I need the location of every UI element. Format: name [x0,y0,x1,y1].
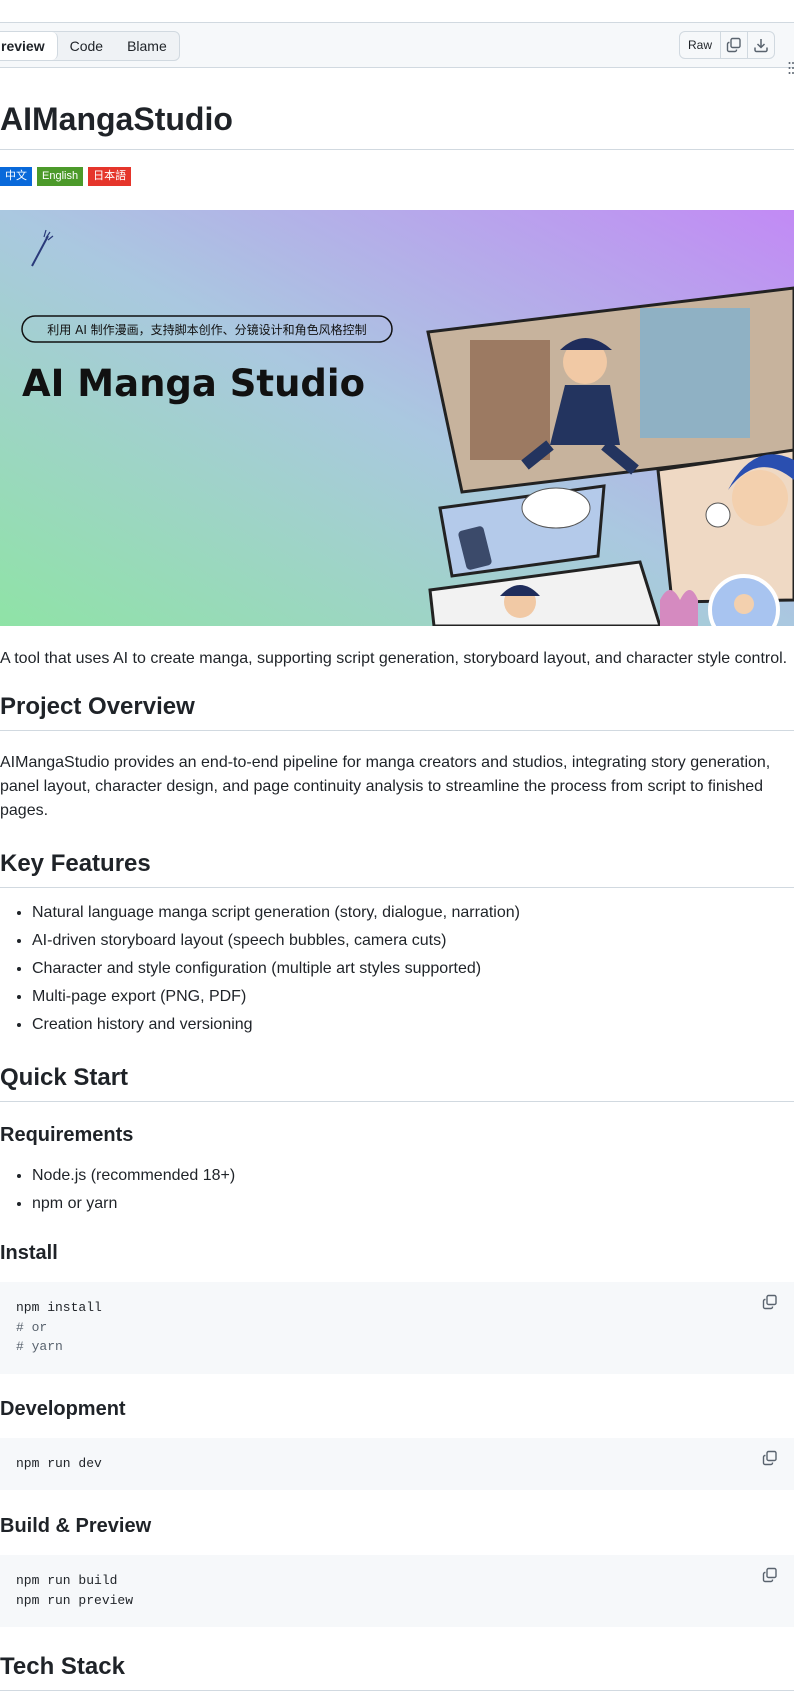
code-line: npm run dev [16,1456,102,1471]
badge-chinese[interactable]: 中文 [0,167,32,186]
list-item: Multi-page export (PNG, PDF) [32,985,520,1009]
list-item: Natural language manga script generation… [32,901,520,925]
view-mode-switcher: review Code Blame [0,31,180,61]
hero-banner-image: 利用 AI 制作漫画，支持脚本创作、分镜设计和角色风格控制 AI Manga S… [0,210,794,626]
build-preview-heading: Build & Preview [0,1515,152,1537]
development-heading: Development [0,1398,126,1420]
install-heading: Install [0,1242,58,1264]
project-overview-heading: Project Overview [0,692,794,731]
copy-icon [726,37,741,53]
badge-japanese[interactable]: 日本語 [88,167,132,186]
copy-icon[interactable] [762,1450,778,1466]
overview-text: AIMangaStudio provides an end-to-end pip… [0,754,771,819]
download-button[interactable] [748,32,774,58]
build-code-block: npm run build npm run preview [0,1555,794,1627]
raw-button[interactable]: Raw [680,32,721,58]
quick-start-heading: Quick Start [0,1063,794,1102]
dev-code-block: npm run dev [0,1438,794,1490]
tab-preview[interactable]: review [0,32,58,60]
copy-raw-button[interactable] [721,32,748,58]
code-comment: # yarn [16,1339,63,1354]
code-line: npm run preview [16,1592,134,1608]
tech-stack-heading: Tech Stack [0,1652,794,1691]
list-item: Node.js (recommended 18+) [32,1164,235,1188]
key-features-heading: Key Features [0,849,794,888]
hero-title: AI Manga Studio [22,362,365,405]
install-code-block: npm install # or # yarn [0,1282,794,1374]
code-comment: # or [16,1319,48,1335]
requirements-heading: Requirements [0,1124,134,1146]
features-list: Natural language manga script generation… [0,901,520,1041]
readme-title: AIMangaStudio [0,99,794,150]
file-toolbar: review Code Blame Raw [0,23,794,74]
tab-code[interactable]: Code [58,32,115,60]
download-icon [754,39,768,53]
list-icon[interactable] [788,60,794,76]
top-header-strip [0,0,794,23]
list-item: Creation history and versioning [32,1013,520,1037]
list-item: Character and style configuration (multi… [32,957,520,981]
file-actions: Raw [679,31,775,59]
copy-icon[interactable] [762,1567,778,1583]
code-line: npm run build [16,1573,118,1588]
language-badges: 中文 English 日本語 [0,167,132,186]
code-line: npm install [16,1300,102,1315]
tab-blame[interactable]: Blame [115,32,179,60]
requirements-list: Node.js (recommended 18+) npm or yarn [0,1164,235,1220]
list-item: AI-driven storyboard layout (speech bubb… [32,929,520,953]
intro-text: A tool that uses AI to create manga, sup… [0,650,788,667]
badge-english[interactable]: English [37,167,84,186]
copy-icon[interactable] [762,1294,778,1310]
hero-subtitle: 利用 AI 制作漫画，支持脚本创作、分镜设计和角色风格控制 [47,322,366,337]
list-item: npm or yarn [32,1192,235,1216]
